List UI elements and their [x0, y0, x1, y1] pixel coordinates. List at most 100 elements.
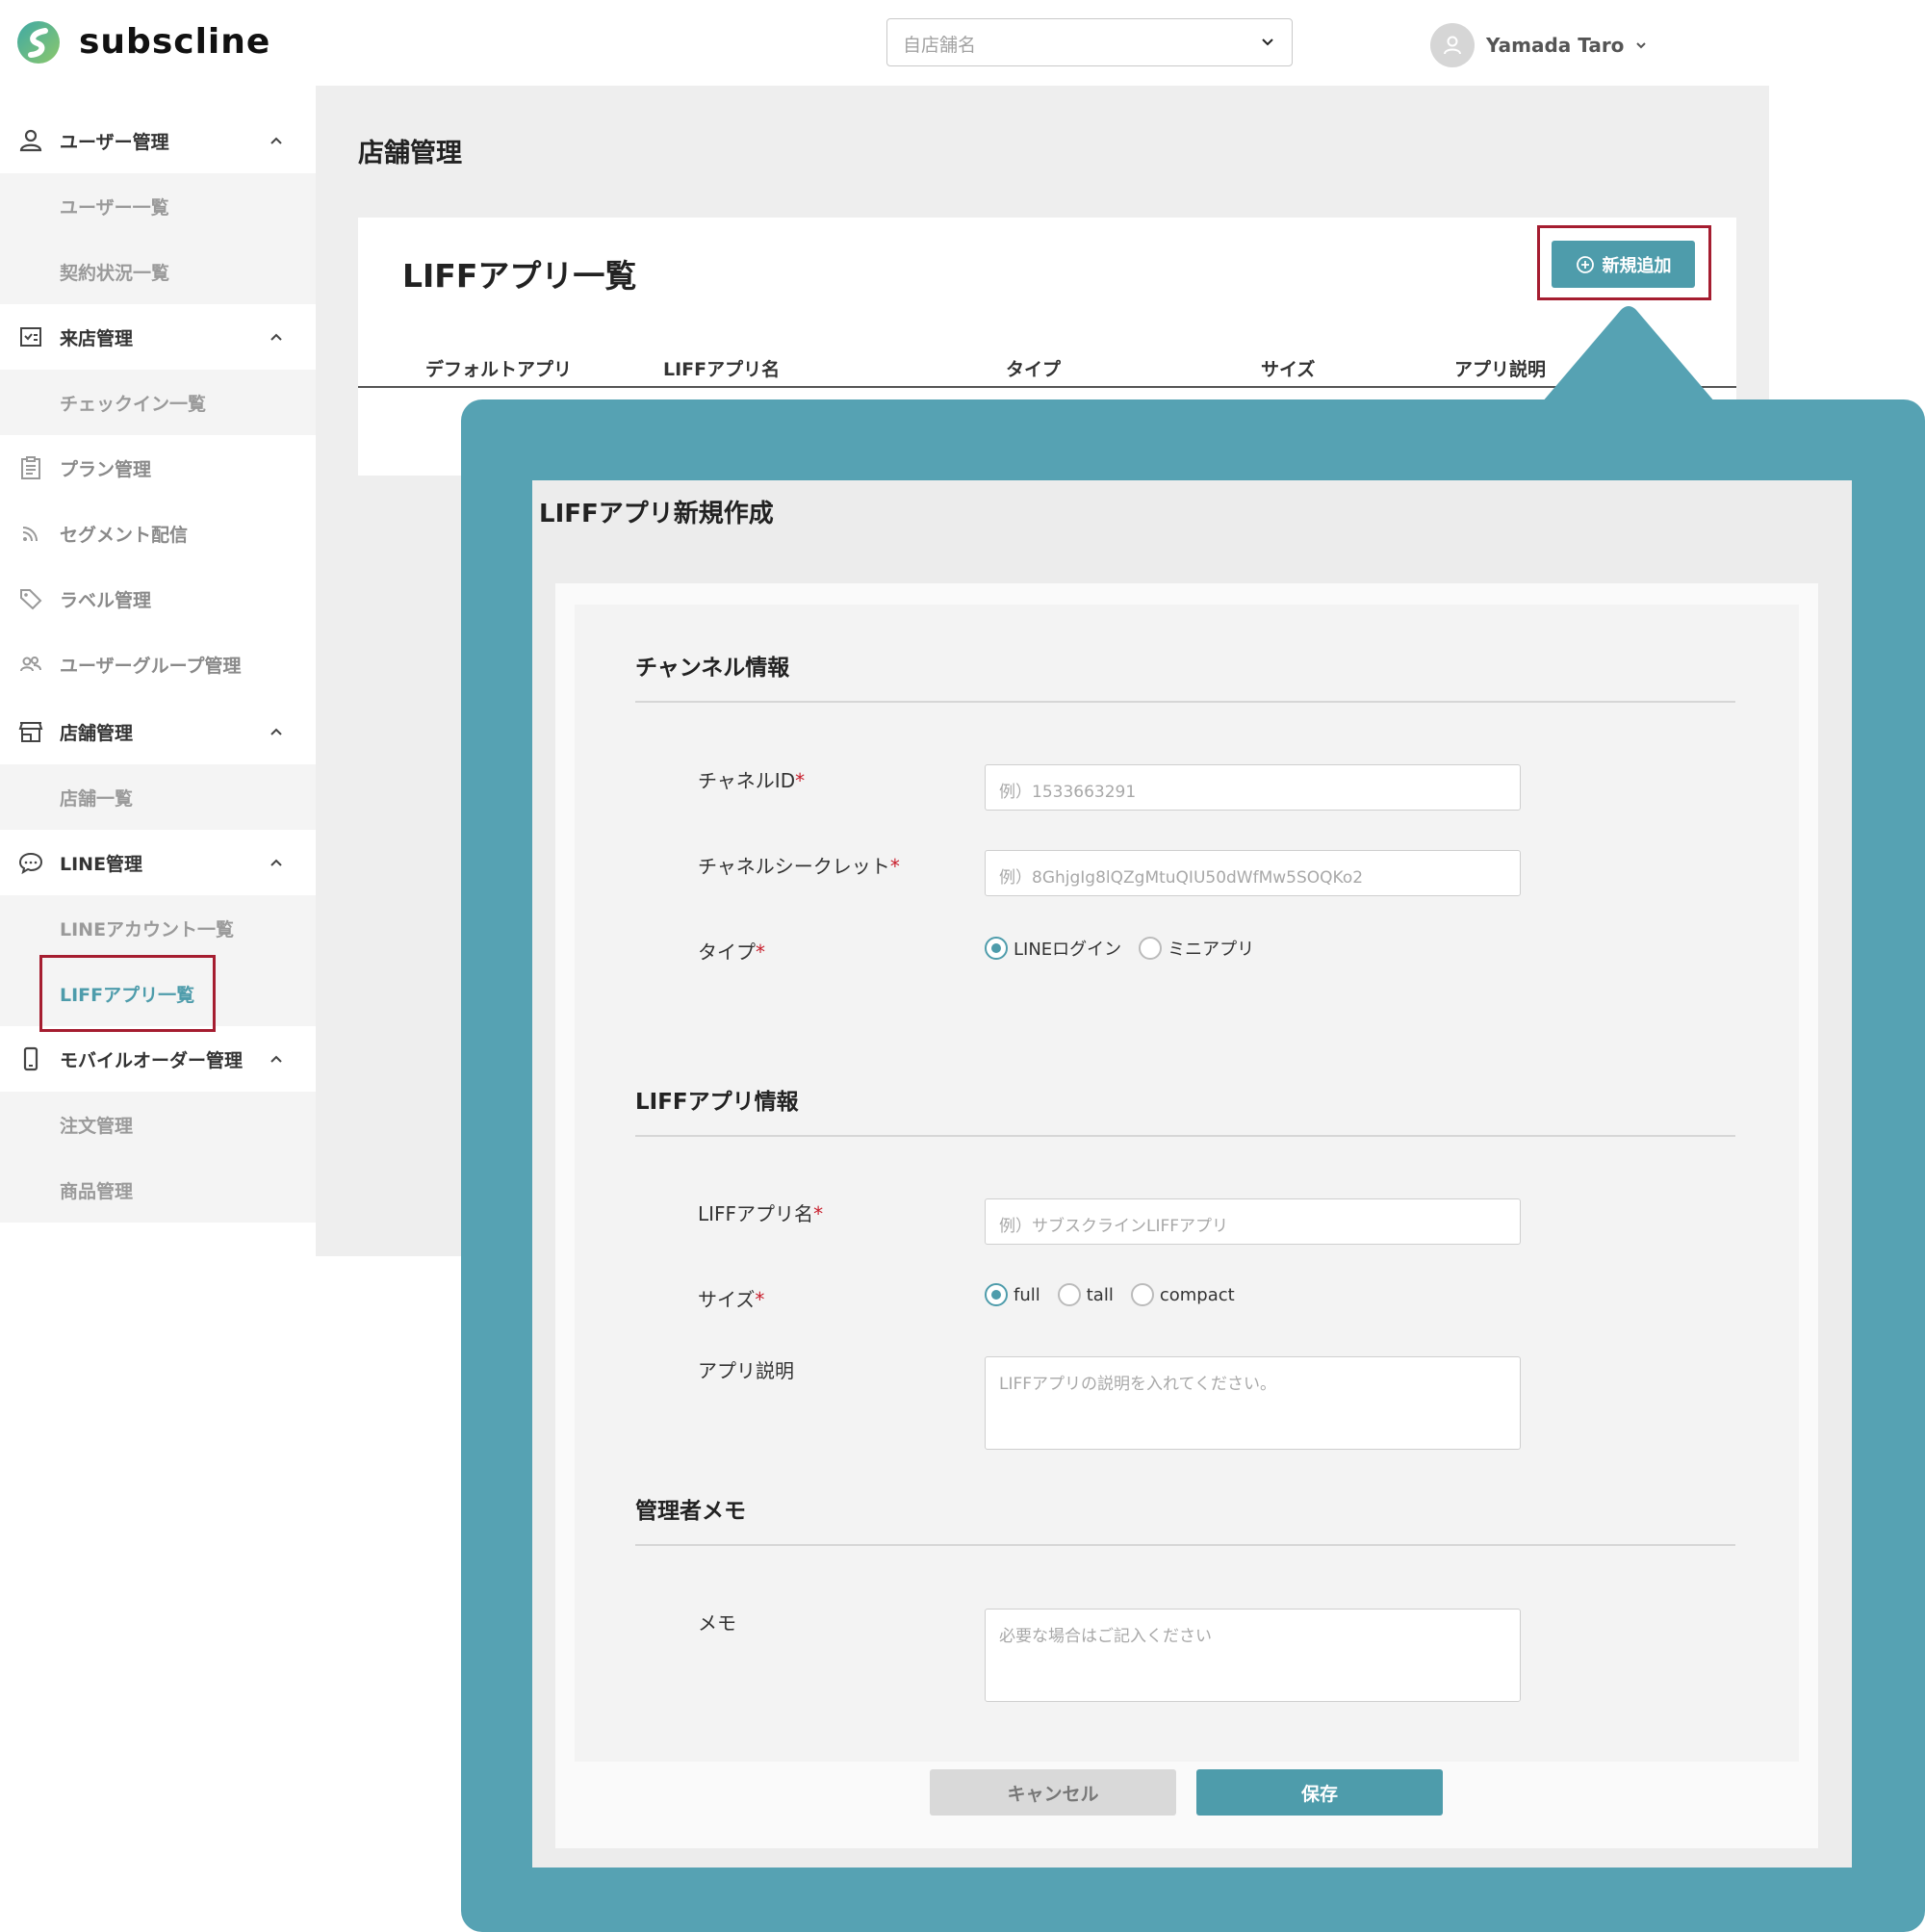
section-title-channel: チャンネル情報 — [635, 656, 790, 681]
section-title-memo: 管理者メモ — [635, 1499, 746, 1524]
radio-size-tall[interactable] — [1057, 1283, 1081, 1306]
callout-pointer — [1542, 306, 1715, 402]
liff-name-placeholder: 例）サブスクラインLIFFアプリ — [999, 1217, 1229, 1236]
sidebar-item-mobile-order-management[interactable]: モバイルオーダー管理 — [0, 1026, 316, 1092]
chevron-up-icon — [270, 728, 282, 735]
radio-label: LINEログイン — [1014, 940, 1122, 960]
save-button[interactable]: 保存 — [1196, 1769, 1443, 1816]
user-name: Yamada Taro — [1486, 34, 1625, 57]
liff-create-modal: LIFFアプリ新規作成 チャンネル情報 チャネルID* 例）1533663291… — [532, 480, 1852, 1868]
sidebar-item-line-account-list[interactable]: LINEアカウント一覧 — [0, 895, 316, 961]
channel-secret-input[interactable]: 例）8GhjgIg8lQZgMtuQIU50dWfMw5SOQKo2 — [985, 850, 1521, 896]
rss-icon — [22, 527, 38, 542]
type-label: タイプ* — [698, 937, 765, 965]
section-divider — [635, 701, 1735, 703]
radio-label: full — [1014, 1284, 1040, 1305]
store-select-placeholder: 自店舗名 — [903, 35, 977, 56]
required-mark: * — [756, 940, 765, 964]
sidebar-item-product-management[interactable]: 商品管理 — [0, 1157, 316, 1223]
section-title-liff: LIFFアプリ情報 — [635, 1090, 799, 1115]
column-header[interactable]: タイプ — [1006, 355, 1061, 381]
column-header[interactable]: アプリ説明 — [1454, 355, 1546, 381]
sidebar-item-label: 店舗管理 — [60, 722, 134, 744]
sidebar-item-label: チェックイン一覧 — [60, 393, 207, 415]
user-icon — [19, 129, 42, 152]
required-mark: * — [813, 1202, 824, 1225]
sidebar-item-label: セグメント配信 — [60, 524, 189, 546]
column-header[interactable]: LIFFアプリ名 — [663, 355, 780, 381]
size-label-text: サイズ — [698, 1288, 756, 1311]
logo-icon — [17, 21, 60, 64]
description-textarea[interactable]: LIFFアプリの説明を入れてください。 — [985, 1356, 1521, 1450]
section-divider — [635, 1135, 1735, 1137]
group-icon — [20, 657, 41, 672]
description-placeholder: LIFFアプリの説明を入れてください。 — [999, 1375, 1277, 1394]
table-divider — [358, 386, 1736, 388]
memo-label: メモ — [698, 1611, 736, 1635]
sidebar-item-user-management[interactable]: ユーザー管理 — [0, 108, 316, 173]
modal-title: LIFFアプリ新規作成 — [539, 500, 774, 528]
sidebar-item-label: 契約状況一覧 — [60, 262, 170, 284]
modal-form: チャンネル情報 チャネルID* 例）1533663291 チャネルシークレット*… — [575, 605, 1799, 1762]
chevron-up-icon — [270, 1055, 282, 1063]
sidebar-item-line-management[interactable]: LINE管理 — [0, 830, 316, 895]
chevron-up-icon — [270, 137, 282, 144]
channel-id-label-text: チャネルID — [698, 769, 796, 792]
channel-secret-label: チャネルシークレット* — [698, 851, 900, 879]
user-menu[interactable]: Yamada Taro — [1430, 23, 1647, 67]
memo-textarea[interactable]: 必要な場合はご記入ください — [985, 1609, 1521, 1702]
sidebar-item-store-list[interactable]: 店舗一覧 — [0, 764, 316, 830]
liff-name-input[interactable]: 例）サブスクラインLIFFアプリ — [985, 1198, 1521, 1245]
sidebar-item-label: 商品管理 — [60, 1180, 134, 1202]
size-label: サイズ* — [698, 1284, 764, 1312]
liff-name-label-text: LIFFアプリ名 — [698, 1202, 814, 1225]
description-label: アプリ説明 — [698, 1359, 794, 1382]
radio-size-compact[interactable] — [1130, 1283, 1154, 1306]
sidebar-item-store-management[interactable]: 店舗管理 — [0, 699, 316, 764]
radio-line-login[interactable] — [985, 937, 1008, 960]
sidebar-item-label: モバイルオーダー管理 — [60, 1049, 244, 1071]
sidebar-item-label: LINE管理 — [60, 853, 143, 875]
sidebar-item-label: LINEアカウント一覧 — [60, 918, 235, 940]
sidebar-item-label: ラベル管理 — [60, 589, 152, 611]
required-mark: * — [795, 769, 806, 792]
sidebar-item-segment-delivery[interactable]: セグメント配信 — [0, 501, 316, 566]
sidebar-item-label-management[interactable]: ラベル管理 — [0, 566, 316, 631]
sidebar-item-plan-management[interactable]: プラン管理 — [0, 435, 316, 501]
radio-label: ミニアプリ — [1168, 940, 1255, 960]
tag-icon — [20, 589, 42, 610]
channel-id-input[interactable]: 例）1533663291 — [985, 764, 1521, 811]
column-header[interactable]: サイズ — [1261, 355, 1315, 381]
brand-logo[interactable]: subscline — [13, 19, 270, 64]
sidebar-item-user-list[interactable]: ユーザー一覧 — [0, 173, 316, 239]
brand-name: subscline — [79, 22, 271, 62]
avatar-user-icon — [1444, 36, 1461, 55]
chevron-down-icon — [1262, 39, 1273, 46]
size-radio-group: full tall compact — [985, 1283, 1252, 1306]
sidebar-item-order-management[interactable]: 注文管理 — [0, 1092, 316, 1157]
sidebar-item-label: 注文管理 — [60, 1115, 134, 1137]
column-header[interactable]: デフォルトアプリ — [425, 355, 572, 381]
memo-placeholder: 必要な場合はご記入ください — [999, 1627, 1212, 1646]
sidebar-item-visit-management[interactable]: 来店管理 — [0, 304, 316, 370]
channel-id-label: チャネルID* — [698, 765, 805, 793]
chevron-down-icon — [1636, 42, 1647, 49]
highlight-frame — [39, 955, 216, 1032]
sidebar-item-checkin-list[interactable]: チェックイン一覧 — [0, 370, 316, 435]
required-mark: * — [755, 1288, 765, 1311]
sidebar-item-label: 来店管理 — [60, 327, 134, 349]
channel-secret-placeholder: 例）8GhjgIg8lQZgMtuQIU50dWfMw5SOQKo2 — [999, 868, 1364, 888]
sidebar-item-contract-status[interactable]: 契約状況一覧 — [0, 239, 316, 304]
card-title: LIFFアプリ一覧 — [402, 257, 637, 295]
cancel-button[interactable]: キャンセル — [930, 1769, 1176, 1816]
radio-size-full[interactable] — [985, 1283, 1008, 1306]
sidebar-item-label: ユーザーグループ管理 — [60, 655, 242, 677]
chevron-up-icon — [270, 333, 282, 341]
checkin-icon — [20, 327, 41, 347]
page-title: 店舗管理 — [358, 139, 462, 168]
store-select[interactable]: 自店舗名 — [886, 18, 1293, 66]
sidebar-item-label: ユーザー管理 — [60, 131, 169, 153]
radio-mini-app[interactable] — [1139, 937, 1163, 960]
sidebar-item-user-group-management[interactable]: ユーザーグループ管理 — [0, 631, 316, 697]
section-divider — [635, 1544, 1735, 1546]
